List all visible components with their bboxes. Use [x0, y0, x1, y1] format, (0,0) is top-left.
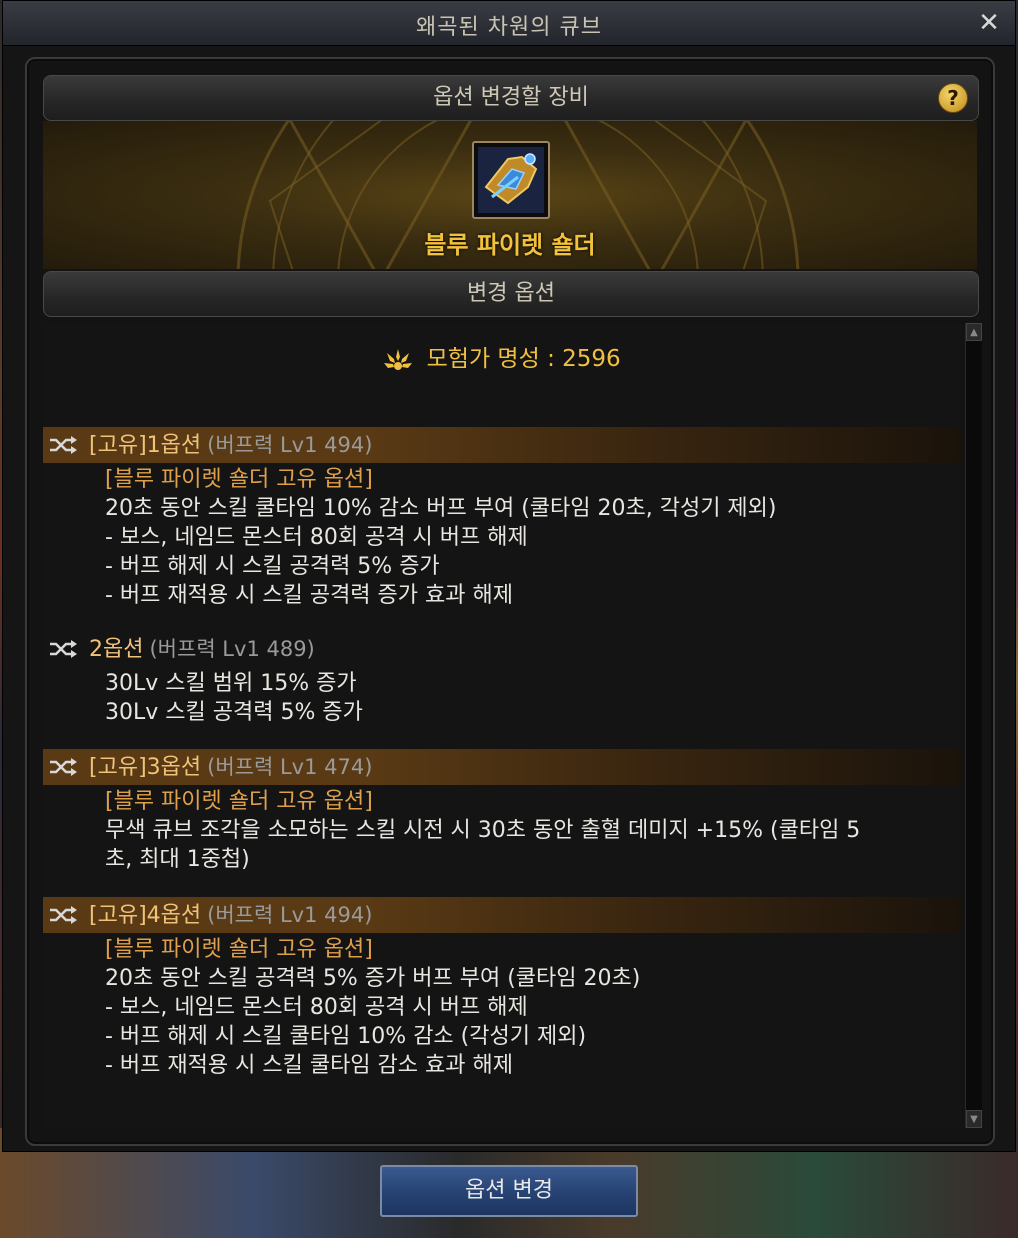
option-1-line-4: - 버프 해제 시 스킬 공격력 5% 증가 [105, 554, 440, 579]
option-1-buff-level: (버프력 Lv1 494) [207, 433, 373, 457]
help-button[interactable]: ? [938, 83, 968, 113]
option-4-line-5: - 버프 재적용 시 스킬 쿨타임 감소 효과 해제 [105, 1053, 513, 1078]
option-2-name: 2옵션 [89, 637, 144, 662]
change-section-title: 변경 옵션 [467, 281, 555, 306]
dialog-frame: 옵션 변경할 장비 ? 블루 파이렛 숄더 변경 옵션 모험가 명성: 259… [25, 57, 995, 1146]
dialog-title: 왜곡된 차원의 큐브 [416, 15, 602, 40]
option-4-line-2: 20초 동안 스킬 공격력 5% 증가 버프 부여 (쿨타임 20초) [105, 966, 641, 991]
option-3-description: [블루 파이렛 숄더 고유 옵션] 무색 큐브 조각을 소모하는 스킬 시전 시… [43, 785, 961, 874]
option-4-line-3: - 보스, 네임드 몬스터 80회 공격 시 버프 해제 [105, 995, 528, 1020]
option-3: [고유]3옵션 (버프력 Lv1 474) [블루 파이렛 숄더 고유 옵션] 무… [43, 749, 961, 874]
shuffle-icon [50, 758, 77, 776]
option-2-title: 2옵션 (버프력 Lv1 489) [89, 631, 315, 668]
change-section-header: 변경 옵션 [43, 271, 979, 317]
option-3-line-1: [블루 파이렛 숄더 고유 옵션] [105, 789, 373, 814]
title-bar[interactable]: 왜곡된 차원의 큐브 ✕ [3, 1, 1015, 46]
close-button[interactable]: ✕ [975, 9, 1003, 37]
option-3-buff-level: (버프력 Lv1 474) [207, 755, 373, 779]
shoulder-armor-icon [478, 147, 544, 213]
option-4-name: [고유]4옵션 [89, 903, 202, 928]
option-4-buff-level: (버프력 Lv1 494) [207, 903, 373, 927]
option-1-line-2: 20초 동안 스킬 쿨타임 10% 감소 버프 부여 (쿨타임 20초, 각성기… [105, 496, 777, 521]
option-2-header[interactable]: 2옵션 (버프력 Lv1 489) [43, 631, 961, 667]
option-1: [고유]1옵션 (버프력 Lv1 494) [블루 파이렛 숄더 고유 옵션] 2… [43, 427, 961, 610]
equip-section-header: 옵션 변경할 장비 ? [43, 75, 979, 121]
options-scroll-panel[interactable]: 모험가 명성 : 2596 [고유]1옵션 (버프력 Lv1 494) [블루 파… [43, 323, 961, 1128]
option-2-line-2: 30Lv 스킬 공격력 5% 증가 [105, 700, 363, 725]
change-option-button[interactable]: 옵션 변경 [380, 1165, 638, 1217]
option-4-line-4: - 버프 해제 시 스킬 쿨타임 10% 감소 (각성기 제외) [105, 1024, 587, 1049]
cube-dialog: 왜곡된 차원의 큐브 ✕ 옵션 변경할 장비 ? 블루 파이렛 숄더 변경 옵션… [2, 0, 1016, 1152]
scroll-down-button[interactable]: ▼ [966, 1110, 982, 1128]
option-4-header[interactable]: [고유]4옵션 (버프력 Lv1 494) [43, 897, 961, 933]
equip-section-title: 옵션 변경할 장비 [433, 85, 589, 110]
shuffle-icon [50, 436, 77, 454]
option-4-line-1: [블루 파이렛 숄더 고유 옵션] [105, 937, 373, 962]
option-2-line-1: 30Lv 스킬 범위 15% 증가 [105, 671, 357, 696]
equip-slot-area: 블루 파이렛 숄더 [43, 121, 977, 269]
option-3-title: [고유]3옵션 (버프력 Lv1 474) [89, 749, 372, 786]
shuffle-icon [50, 906, 77, 924]
adventurer-fame: 모험가 명성 : 2596 [43, 339, 961, 373]
option-1-name: [고유]1옵션 [89, 433, 202, 458]
option-1-description: [블루 파이렛 숄더 고유 옵션] 20초 동안 스킬 쿨타임 10% 감소 버… [43, 463, 961, 610]
options-scrollbar[interactable]: ▲ ▼ [965, 323, 982, 1128]
option-4-title: [고유]4옵션 (버프력 Lv1 494) [89, 897, 372, 934]
option-2-description: 30Lv 스킬 범위 15% 증가 30Lv 스킬 공격력 5% 증가 [43, 667, 961, 727]
equipment-slot[interactable] [472, 141, 550, 219]
option-3-line-3: 초, 최대 1중첩) [105, 847, 250, 872]
option-1-line-3: - 보스, 네임드 몬스터 80회 공격 시 버프 해제 [105, 525, 528, 550]
option-3-line-2: 무색 큐브 조각을 소모하는 스킬 시전 시 30초 동안 출혈 데미지 +15… [105, 818, 861, 843]
option-1-header[interactable]: [고유]1옵션 (버프력 Lv1 494) [43, 427, 961, 463]
option-1-line-5: - 버프 재적용 시 스킬 공격력 증가 효과 해제 [105, 583, 513, 608]
fame-label: 모험가 명성 : 2596 [426, 346, 621, 372]
option-4-description: [블루 파이렛 숄더 고유 옵션] 20초 동안 스킬 공격력 5% 증가 버프… [43, 933, 961, 1080]
option-2-buff-level: (버프력 Lv1 489) [149, 637, 315, 661]
fame-emblem-icon [384, 348, 413, 370]
option-2: 2옵션 (버프력 Lv1 489) 30Lv 스킬 범위 15% 증가 30Lv … [43, 631, 961, 727]
option-3-name: [고유]3옵션 [89, 755, 202, 780]
item-name: 블루 파이렛 숄더 [424, 231, 596, 259]
option-4: [고유]4옵션 (버프력 Lv1 494) [블루 파이렛 숄더 고유 옵션] 2… [43, 897, 961, 1080]
scroll-up-button[interactable]: ▲ [966, 323, 982, 341]
option-1-title: [고유]1옵션 (버프력 Lv1 494) [89, 427, 372, 464]
option-3-header[interactable]: [고유]3옵션 (버프력 Lv1 474) [43, 749, 961, 785]
shuffle-icon [50, 640, 77, 658]
option-1-line-1: [블루 파이렛 숄더 고유 옵션] [105, 467, 373, 492]
